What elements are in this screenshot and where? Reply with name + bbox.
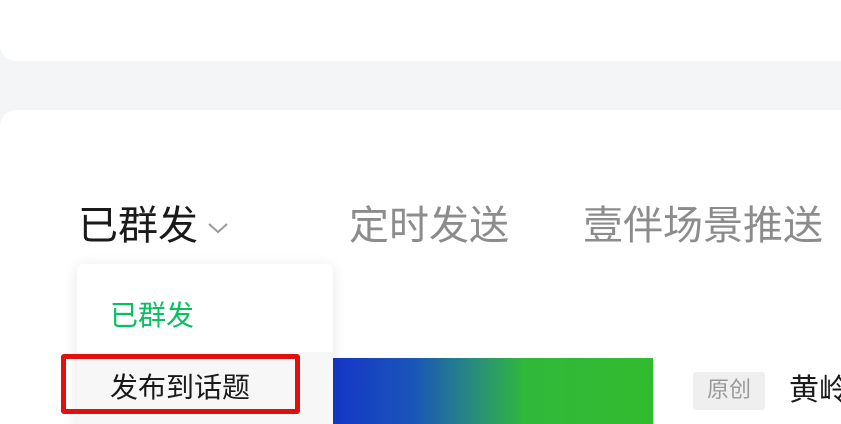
tab-companion-push[interactable]: 壹伴场景推送: [583, 200, 823, 252]
menu-item-publish-to-topic[interactable]: 发布到话题: [110, 368, 250, 408]
menu-item-sent[interactable]: 已群发: [110, 296, 194, 336]
top-card: [0, 0, 841, 61]
page: 已群发 定时发送 壹伴场景推送 原创 黄岭 已群发 发布到话题: [0, 0, 841, 424]
article-thumbnail[interactable]: [333, 358, 653, 424]
tab-scheduled[interactable]: 定时发送: [349, 200, 509, 252]
tab-dropdown-menu: 已群发 发布到话题: [77, 264, 333, 424]
chevron-down-icon[interactable]: [206, 220, 230, 236]
original-badge: 原创: [693, 372, 765, 410]
tab-sent[interactable]: 已群发: [78, 200, 198, 252]
article-title[interactable]: 黄岭: [789, 370, 841, 412]
